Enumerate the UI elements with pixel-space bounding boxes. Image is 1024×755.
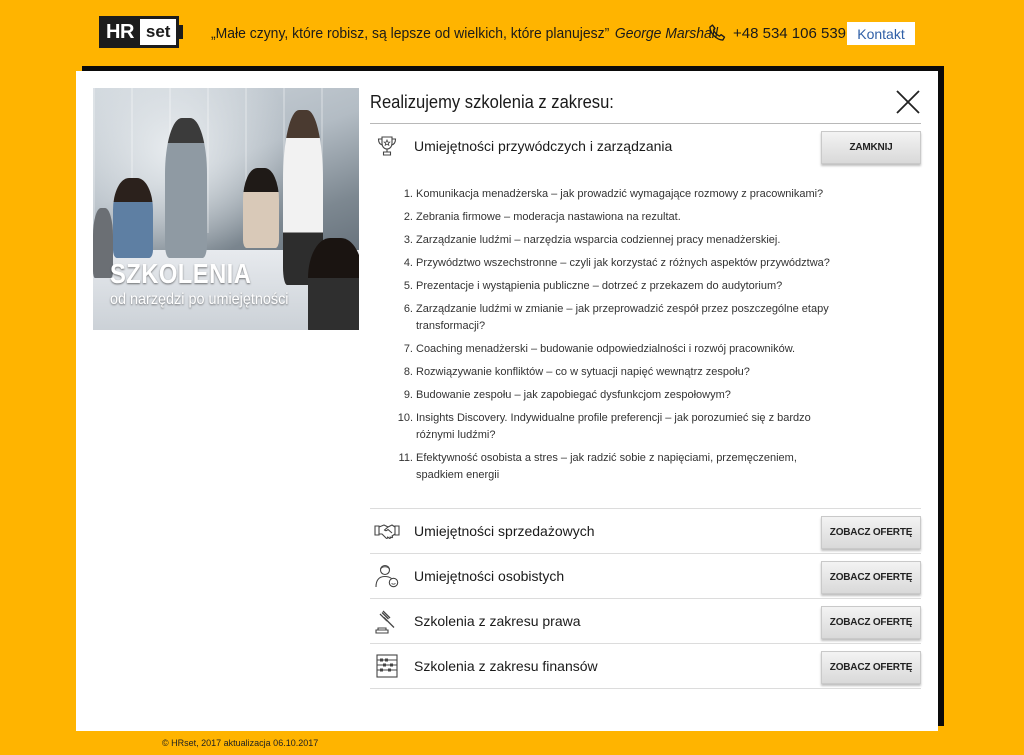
close-category-button[interactable]: ZAMKNIJ xyxy=(821,131,921,164)
list-item: 1. Komunikacja menadżerska – jak prowadzi… xyxy=(403,188,824,200)
list-item: 7. Coaching menadżerski – budowanie odpow… xyxy=(403,343,796,355)
category-title: Umiejętności osobistych xyxy=(414,568,565,584)
see-offer-button[interactable]: ZOBACZ OFERTĘ xyxy=(821,606,921,639)
list-item: 3. Zarządzanie ludźmi – narzędzia wsparci… xyxy=(403,234,781,246)
see-offer-button[interactable]: ZOBACZ OFERTĘ xyxy=(821,651,921,684)
category-title: Umiejętności przywódczych i zarządzania xyxy=(414,138,673,154)
close-icon[interactable] xyxy=(896,90,920,114)
header-quote: „Małe czyny, które robisz, są lepsze od … xyxy=(211,25,718,42)
training-list: 1. Komunikacja menadżerska – jak prowadzi… xyxy=(370,186,921,484)
category-leadership[interactable]: Umiejętności przywódczych i zarządzania … xyxy=(370,124,921,168)
other-categories: Umiejętności sprzedażowych ZOBACZ OFERTĘ… xyxy=(370,508,921,689)
logo-set: set xyxy=(139,19,177,45)
list-item: 9. Budowanie zespołu – jak zapobiegać dys… xyxy=(403,389,731,401)
logo[interactable]: HR set xyxy=(99,16,184,48)
trophy-icon xyxy=(377,136,397,156)
handshake-icon xyxy=(374,524,400,539)
list-item: 10. Insights Discovery. Indywidualne prof… xyxy=(397,412,811,441)
logo-set-frame: set xyxy=(139,16,180,48)
contact-button[interactable]: Kontakt xyxy=(847,22,915,45)
see-offer-button[interactable]: ZOBACZ OFERTĘ xyxy=(821,561,921,594)
person-icon xyxy=(375,564,399,588)
category-law[interactable]: Szkolenia z zakresu prawa ZOBACZ OFERTĘ xyxy=(370,599,921,644)
category-finance[interactable]: Szkolenia z zakresu finansów ZOBACZ OFER… xyxy=(370,644,921,689)
heading-row: Realizujemy szkolenia z zakresu: xyxy=(370,88,921,124)
footer-copyright: © HRset, 2017 aktualizacja 06.10.2017 xyxy=(162,738,319,748)
hero-image: SZKOLENIA od narzędzi po umiejętności xyxy=(93,88,359,330)
list-item: 6. Zarządzanie ludźmi w zmianie – jak prz… xyxy=(403,303,829,332)
abacus-icon xyxy=(376,654,398,678)
logo-hr: HR xyxy=(99,16,140,48)
category-title: Szkolenia z zakresu prawa xyxy=(414,613,581,629)
phone-contact[interactable]: +48 534 106 539 xyxy=(707,23,846,43)
list-item: 4. Przywództwo wszechstronne – czyli jak … xyxy=(403,257,830,269)
category-title: Umiejętności sprzedażowych xyxy=(414,523,595,539)
quote-text: „Małe czyny, które robisz, są lepsze od … xyxy=(211,25,610,42)
see-offer-button[interactable]: ZOBACZ OFERTĘ xyxy=(821,516,921,549)
list-item: 11. Efektywność osobista a stres – jak ra… xyxy=(398,452,797,481)
category-sales[interactable]: Umiejętności sprzedażowych ZOBACZ OFERTĘ xyxy=(370,509,921,554)
quote-author: George Marshall xyxy=(614,25,718,42)
panel-heading: Realizujemy szkolenia z zakresu: xyxy=(370,92,614,112)
logo-battery-tip xyxy=(179,25,184,39)
phone-icon xyxy=(709,24,726,41)
offer-panel: SZKOLENIA od narzędzi po umiejętności Re… xyxy=(76,71,938,731)
hero-title: SZKOLENIA xyxy=(110,258,252,289)
category-personal[interactable]: Umiejętności osobistych ZOBACZ OFERTĘ xyxy=(370,554,921,599)
hero-caption: SZKOLENIA od narzędzi po umiejętności xyxy=(110,258,308,309)
list-item: 8. Rozwiązywanie konfliktów – co w sytuac… xyxy=(403,366,750,378)
list-item: 5. Prezentacje i wystąpienia publiczne – … xyxy=(403,280,783,292)
hero-subtitle: od narzędzi po umiejętności xyxy=(110,291,289,308)
phone-number: +48 534 106 539 xyxy=(733,24,847,42)
offer-content: Realizujemy szkolenia z zakresu: Umiejęt… xyxy=(370,88,921,689)
category-title: Szkolenia z zakresu finansów xyxy=(414,658,598,674)
list-item: 2. Zebrania firmowe – moderacja nastawion… xyxy=(403,211,681,223)
gavel-icon xyxy=(375,610,395,634)
